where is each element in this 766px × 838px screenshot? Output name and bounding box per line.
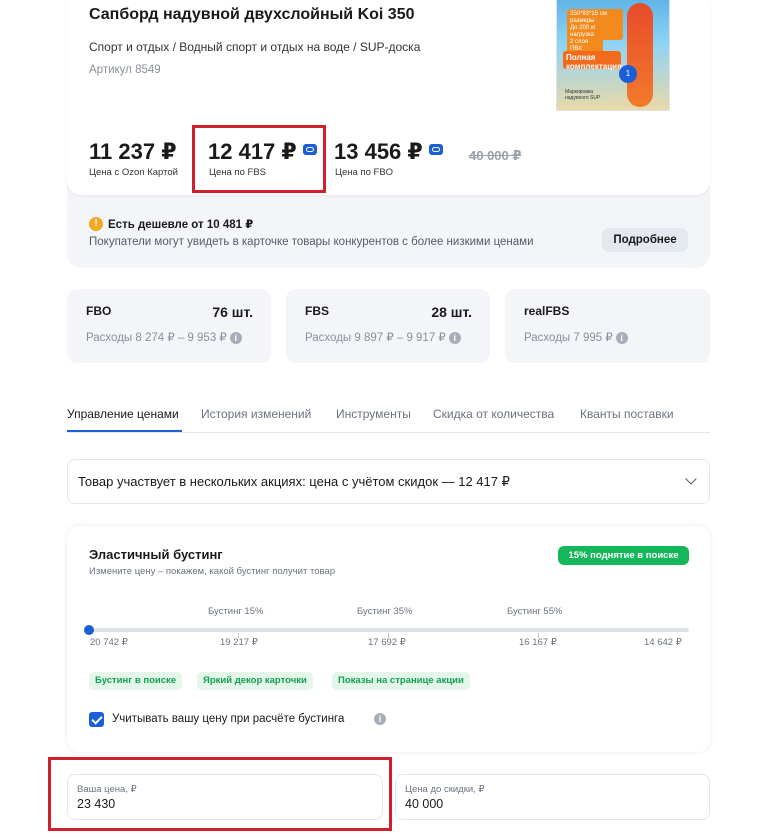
warning-icon: ! (89, 217, 103, 231)
boosting-step-label: Бустинг 15% (208, 606, 264, 617)
info-icon[interactable]: i (448, 331, 461, 344)
tab-tools[interactable]: Инструменты (336, 407, 411, 421)
product-category: Спорт и отдых / Водный спорт и отдых на … (89, 40, 421, 54)
stock-card-fbo: FBO 76 шт. Расходы 8 274 ₽ – 9 953 ₽ i (67, 289, 271, 363)
product-image[interactable]: 350*83*15 см размеры До 200 кг нагрузка … (556, 0, 670, 111)
product-article: Артикул 8549 (89, 64, 161, 76)
slider-scale-value: 17 692 ₽ (368, 637, 406, 648)
info-icon[interactable]: i (615, 331, 628, 344)
include-price-checkbox[interactable] (89, 712, 104, 727)
price-fbo: 13 456 ₽ (334, 139, 443, 165)
boost-chip-decor: Яркий декор карточки (197, 672, 313, 690)
promotions-dropdown[interactable]: Товар участвует в нескольких акциях: цен… (67, 459, 710, 504)
stock-card-realfbs: realFBS Расходы 7 995 ₽ i (505, 289, 710, 363)
stock-quantity: 28 шт. (431, 304, 472, 320)
tab-quantity-discount[interactable]: Скидка от количества (433, 407, 554, 421)
promotions-summary: Товар участвует в нескольких акциях: цен… (78, 474, 510, 489)
tab-bar: Управление ценами История изменений Инст… (67, 405, 710, 433)
stock-costs-text: Расходы 8 274 ₽ – 9 953 ₽ (86, 332, 227, 344)
slider-scale-value: 19 217 ₽ (220, 637, 258, 648)
stock-name: FBO (86, 304, 112, 318)
slider-scale-value: 16 167 ₽ (519, 637, 557, 648)
stock-name: FBS (305, 304, 329, 318)
stock-name: realFBS (524, 304, 570, 318)
boosting-status-badge: 15% поднятие в поиске (558, 546, 689, 565)
your-price-highlight (48, 757, 392, 831)
price-ozon-card: 11 237 ₽ (89, 139, 177, 164)
image-caption: Маркировка надувного SUP (565, 89, 601, 101)
active-tab-indicator (67, 430, 182, 432)
product-title: Сапборд надувной двухслойный Koi 350 (89, 6, 415, 23)
price-ozon-card-label: Цена с Ozon Картой (89, 167, 178, 178)
chevron-down-icon (685, 473, 697, 485)
stock-costs: Расходы 8 274 ₽ – 9 953 ₽ i (86, 330, 242, 344)
info-icon[interactable]: i (374, 713, 386, 725)
slider-scale-value: 20 742 ₽ (90, 637, 128, 648)
boosting-subtitle: Измените цену – покажем, какой бустинг п… (89, 566, 335, 577)
slider-scale-value: 14 642 ₽ (644, 637, 682, 648)
stock-quantity: 76 шт. (212, 304, 253, 320)
price-fbo-label: Цена по FBO (335, 167, 394, 178)
price-before-discount-label: Цена до скидки, ₽ (405, 784, 485, 795)
cheaper-description: Покупатели могут увидеть в карточке това… (89, 236, 534, 248)
tab-change-history[interactable]: История изменений (201, 407, 311, 421)
price-before-discount-value[interactable]: 40 000 (405, 797, 443, 811)
sup-board-graphic (627, 3, 653, 107)
price-slider-track[interactable] (88, 628, 689, 632)
info-icon[interactable]: i (229, 331, 242, 344)
fbs-price-highlight (192, 125, 326, 193)
stock-costs: Расходы 7 995 ₽ i (524, 330, 628, 344)
boosting-title: Эластичный бустинг (89, 547, 223, 562)
tab-price-management[interactable]: Управление ценами (67, 407, 179, 421)
boosting-step-label: Бустинг 35% (357, 606, 413, 617)
price-fbo-value: 13 456 ₽ (334, 139, 423, 164)
boost-chip-search: Бустинг в поиске (89, 672, 183, 690)
include-price-checkbox-label[interactable]: Учитывать вашу цену при расчёте бустинга (112, 713, 344, 725)
boosting-step-label: Бустинг 55% (507, 606, 563, 617)
ozon-card-icon (428, 143, 443, 155)
stock-card-fbs: FBS 28 шт. Расходы 9 897 ₽ – 9 917 ₽ i (286, 289, 490, 363)
boost-chip-promo-page: Показы на странице акции (332, 672, 470, 690)
stock-costs: Расходы 9 897 ₽ – 9 917 ₽ i (305, 330, 461, 344)
price-slider-thumb[interactable] (84, 625, 94, 635)
tab-supply-quanta[interactable]: Кванты поставки (580, 407, 674, 421)
image-banner: Полная комплектация (563, 51, 622, 71)
more-details-button[interactable]: Подробнее (602, 228, 688, 252)
price-before-discount-field[interactable]: Цена до скидки, ₽ 40 000 (395, 774, 710, 820)
cheaper-title: Есть дешевле от 10 481 ₽ (108, 219, 254, 231)
stock-costs-text: Расходы 7 995 ₽ (524, 332, 613, 344)
stock-costs-text: Расходы 9 897 ₽ – 9 917 ₽ (305, 332, 446, 344)
image-badge: 1 (619, 65, 637, 83)
old-price: 40 000 ₽ (469, 148, 522, 163)
